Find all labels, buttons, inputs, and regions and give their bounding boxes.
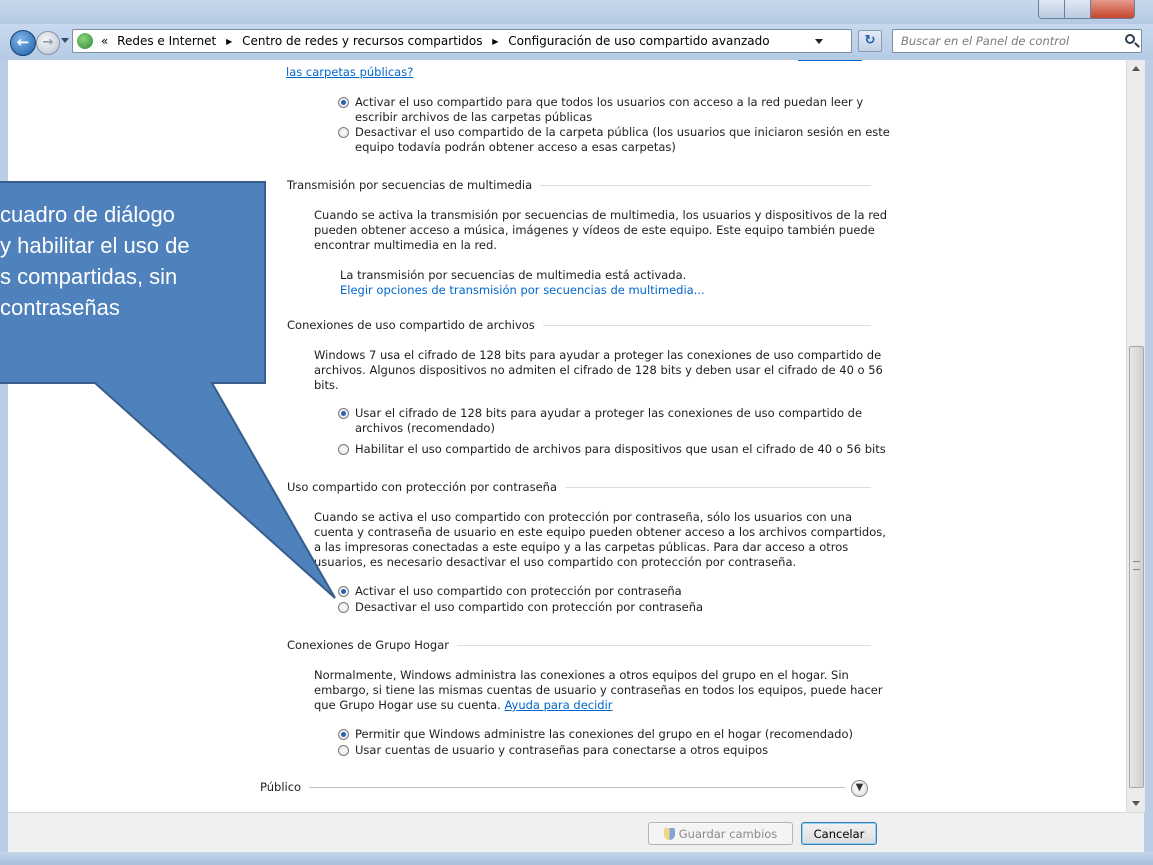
callout-line: y habilitar el uso de <box>0 233 190 258</box>
callout-line: contraseñas <box>0 295 120 320</box>
callout-line: cuadro de diálogo <box>0 202 175 227</box>
callout-overlay <box>0 181 336 599</box>
callout-text: cuadro de diálogo y habilitar el uso de … <box>0 199 262 323</box>
callout-line: s compartidas, sin <box>0 264 178 289</box>
